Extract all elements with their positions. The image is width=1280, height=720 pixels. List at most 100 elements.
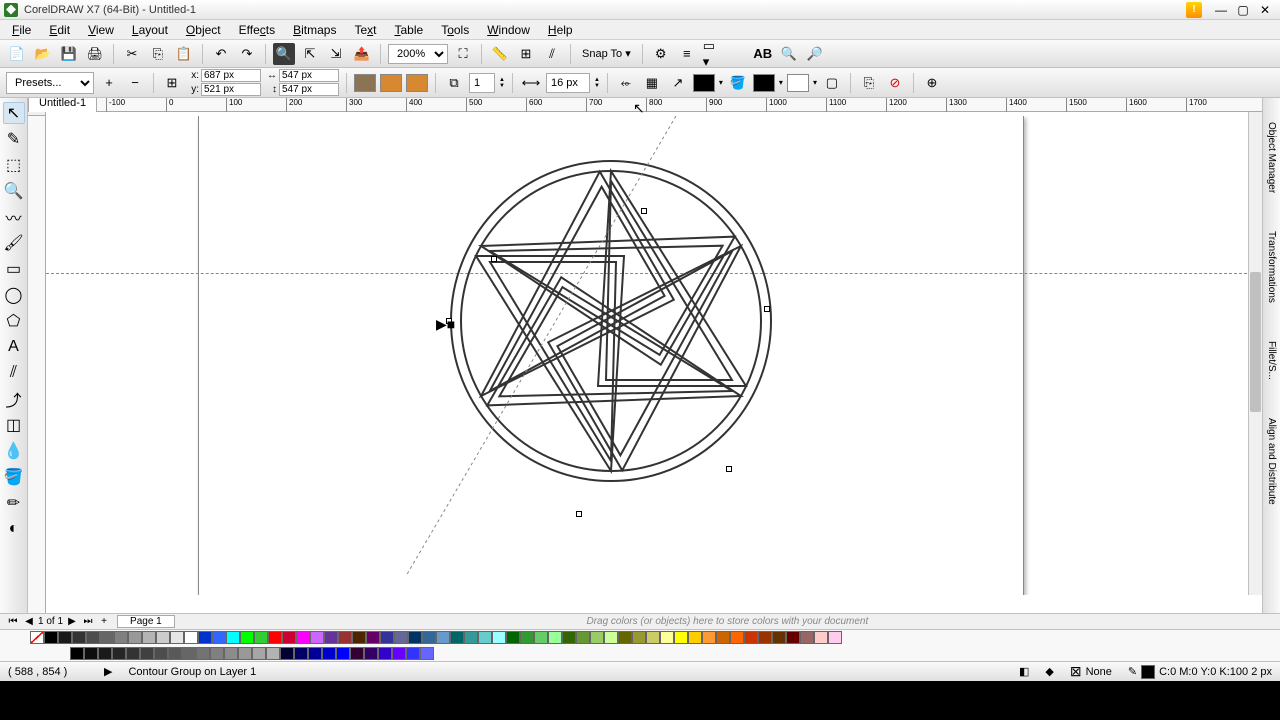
guidelines-button[interactable]: ⫽: [541, 43, 563, 65]
color-chip[interactable]: [338, 631, 352, 644]
menu-tools[interactable]: Tools: [433, 21, 477, 39]
y-position[interactable]: [201, 83, 261, 96]
menu-window[interactable]: Window: [479, 21, 538, 39]
handle-nw[interactable]: [491, 256, 497, 262]
delete-preset-button[interactable]: −: [124, 72, 146, 94]
menu-bitmaps[interactable]: Bitmaps: [285, 21, 344, 39]
menu-layout[interactable]: Layout: [124, 21, 176, 39]
handle-n[interactable]: [641, 208, 647, 214]
print-button[interactable]: 🖨: [84, 43, 106, 65]
color-chip[interactable]: [408, 631, 422, 644]
offset-field[interactable]: [546, 73, 590, 93]
docker-transformations[interactable]: Transformations: [1266, 227, 1277, 307]
color-chip[interactable]: [156, 631, 170, 644]
color-chip[interactable]: [450, 631, 464, 644]
color-chip[interactable]: [44, 631, 58, 644]
contour-direction-arrow[interactable]: ▶■: [436, 316, 455, 333]
page-tab[interactable]: Page 1: [117, 615, 175, 628]
ellipse-tool[interactable]: ◯: [3, 284, 25, 306]
color-chip[interactable]: [268, 631, 282, 644]
color-chip[interactable]: [100, 631, 114, 644]
color-chip[interactable]: [210, 647, 224, 660]
color-proof-icon[interactable]: ◆: [1045, 665, 1053, 678]
color-chip[interactable]: [282, 631, 296, 644]
add-preset-button[interactable]: +: [98, 72, 120, 94]
end-fill-color[interactable]: [787, 74, 809, 92]
interactive-tool[interactable]: ◫: [3, 414, 25, 436]
width-field[interactable]: [279, 69, 339, 82]
next-page-button[interactable]: ▶: [65, 615, 79, 629]
color-chip[interactable]: [154, 647, 168, 660]
add-page-button[interactable]: +: [97, 615, 111, 629]
color-chip[interactable]: [212, 631, 226, 644]
color-chip[interactable]: [618, 631, 632, 644]
steps-field[interactable]: [469, 73, 495, 93]
outline-tool[interactable]: ✏: [3, 492, 25, 514]
publish-button[interactable]: 📤: [351, 43, 373, 65]
handle-e[interactable]: [764, 306, 770, 312]
color-chip[interactable]: [492, 631, 506, 644]
color-chip[interactable]: [366, 631, 380, 644]
color-chip[interactable]: [758, 631, 772, 644]
color-chip[interactable]: [336, 647, 350, 660]
warning-icon[interactable]: !: [1186, 2, 1202, 18]
color-chip[interactable]: [352, 631, 366, 644]
prev-page-button[interactable]: ◀: [22, 615, 36, 629]
add-button[interactable]: ⊕: [921, 72, 943, 94]
rectangle-tool[interactable]: ▭: [3, 258, 25, 280]
color-chip[interactable]: [184, 631, 198, 644]
color-chip[interactable]: [142, 631, 156, 644]
options-button[interactable]: ⚙: [650, 43, 672, 65]
color-chip[interactable]: [324, 631, 338, 644]
snap-to-dropdown[interactable]: Snap To ▾: [578, 47, 635, 60]
color-chip[interactable]: [98, 647, 112, 660]
color-chip[interactable]: [238, 647, 252, 660]
color-chip[interactable]: [266, 647, 280, 660]
document-tab[interactable]: Untitled-1: [28, 98, 97, 112]
zoom-tool[interactable]: 🔍: [3, 180, 25, 202]
menu-file[interactable]: File: [4, 21, 39, 39]
connector-tool[interactable]: ⤴: [3, 388, 25, 410]
color-chip[interactable]: [674, 631, 688, 644]
outline-direction-button[interactable]: ↗: [667, 72, 689, 94]
contour-object[interactable]: [446, 156, 776, 486]
copy-button[interactable]: ⎘: [147, 43, 169, 65]
corners-button[interactable]: ⬰: [615, 72, 637, 94]
polygon-tool[interactable]: ⬠: [3, 310, 25, 332]
color-chip[interactable]: [226, 631, 240, 644]
import-button[interactable]: ⇱: [299, 43, 321, 65]
object-props-button[interactable]: ▢: [821, 72, 843, 94]
color-chip[interactable]: [240, 631, 254, 644]
vertical-scrollbar[interactable]: [1248, 112, 1262, 595]
color-chip[interactable]: [86, 631, 100, 644]
align-button[interactable]: ≡: [676, 43, 698, 65]
zoom-tool-button[interactable]: 🔍: [778, 43, 800, 65]
artistic-tool[interactable]: 🖌: [3, 232, 25, 254]
color-chip[interactable]: [520, 631, 534, 644]
color-chip[interactable]: [182, 647, 196, 660]
menu-edit[interactable]: Edit: [41, 21, 78, 39]
zoom-level[interactable]: 200%: [388, 44, 448, 64]
outline-swatch[interactable]: [1141, 665, 1155, 679]
outside-button[interactable]: [406, 74, 428, 92]
menu-object[interactable]: Object: [178, 21, 229, 39]
menu-help[interactable]: Help: [540, 21, 581, 39]
menu-view[interactable]: View: [80, 21, 122, 39]
first-page-button[interactable]: ⏮: [6, 615, 20, 629]
color-chip[interactable]: [534, 631, 548, 644]
color-chip[interactable]: [280, 647, 294, 660]
paste-button[interactable]: 📋: [173, 43, 195, 65]
color-chip[interactable]: [646, 631, 660, 644]
menu-table[interactable]: Table: [387, 21, 432, 39]
to-center-button[interactable]: [354, 74, 376, 92]
color-chip[interactable]: [506, 631, 520, 644]
contour-colors-button[interactable]: ▦: [641, 72, 663, 94]
offset-down[interactable]: ▼: [594, 83, 600, 89]
cut-button[interactable]: ✂: [121, 43, 143, 65]
color-chip[interactable]: [114, 631, 128, 644]
parallel-tool[interactable]: ⫽: [3, 362, 25, 384]
color-chip[interactable]: [308, 647, 322, 660]
crop-tool[interactable]: ⬚: [3, 154, 25, 176]
color-chip[interactable]: [296, 631, 310, 644]
handle-s[interactable]: [576, 511, 582, 517]
